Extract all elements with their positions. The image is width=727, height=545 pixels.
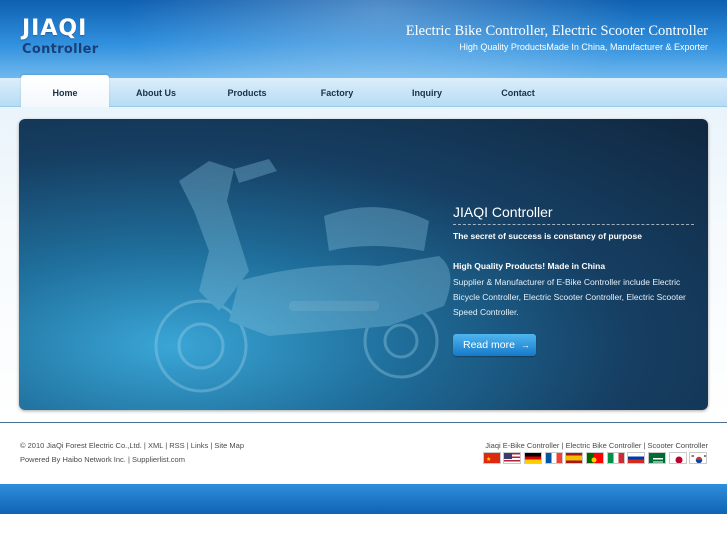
header-title: Electric Bike Controller, Electric Scoot… [405, 23, 708, 39]
footer-keyword-links: Jiaqi E-Bike Controller | Electric Bike … [485, 441, 708, 450]
hero-banner: JIAQI Controller The secret of success i… [19, 119, 708, 410]
nav-about-us[interactable]: About Us [112, 78, 200, 107]
china-flag-icon[interactable]: ★ [483, 452, 501, 464]
footer-bottom-bar [0, 484, 727, 514]
powered-text: Powered By Haibo Network Inc. [20, 455, 126, 464]
italy-flag-icon[interactable] [607, 452, 625, 464]
spain-flag-icon[interactable] [565, 452, 583, 464]
nav-factory[interactable]: Factory [293, 78, 381, 107]
read-more-label: Read more [463, 339, 515, 351]
saudi-arabia-flag-icon[interactable] [648, 452, 666, 464]
footer-link-xml[interactable]: XML [148, 441, 163, 450]
footer-link-links[interactable]: Links [191, 441, 209, 450]
footer-copyright-line: © 2010 JiaQi Forest Electric Co.,Ltd. | … [20, 441, 245, 450]
site-footer: © 2010 JiaQi Forest Electric Co.,Ltd. | … [0, 422, 727, 484]
portugal-flag-icon[interactable] [586, 452, 604, 464]
russia-flag-icon[interactable] [627, 452, 645, 464]
korea-flag-icon[interactable] [689, 452, 707, 464]
germany-flag-icon[interactable] [524, 452, 542, 464]
usa-flag-icon[interactable] [503, 452, 521, 464]
france-flag-icon[interactable] [545, 452, 563, 464]
banner-heading: High Quality Products! Made in China [453, 261, 606, 271]
arrow-right-icon: → [520, 340, 530, 350]
banner-description: Supplier & Manufacturer of E-Bike Contro… [453, 277, 686, 317]
header-subtitle: High Quality ProductsMade In China, Manu… [459, 42, 708, 52]
site-logo[interactable]: JIAQI Controller [22, 16, 99, 60]
site-header: JIAQI Controller Electric Bike Controlle… [0, 0, 727, 78]
nav-contact[interactable]: Contact [474, 78, 562, 107]
footer-link-supplierlist[interactable]: Supplierlist.com [132, 455, 185, 464]
footer-link-sitemap[interactable]: Site Map [214, 441, 244, 450]
banner-tagline: The secret of success is constancy of pu… [453, 231, 642, 241]
banner-title: JIAQI Controller [453, 204, 694, 225]
main-nav: Home About Us Products Factory Inquiry C… [0, 75, 727, 107]
japan-flag-icon[interactable] [669, 452, 687, 464]
footer-link-jiaqi-ebike[interactable]: Jiaqi E-Bike Controller [485, 441, 559, 450]
scooter-image [154, 159, 451, 393]
footer-link-electric-bike[interactable]: Electric Bike Controller [566, 441, 642, 450]
logo-sub-text: Controller [22, 42, 99, 57]
nav-products[interactable]: Products [203, 78, 291, 107]
nav-home[interactable]: Home [21, 75, 109, 107]
copyright-text: © 2010 JiaQi Forest Electric Co.,Ltd. [20, 441, 142, 450]
logo-main-text: JIAQI [22, 16, 88, 41]
footer-link-scooter[interactable]: Scooter Controller [648, 441, 708, 450]
footer-link-rss[interactable]: RSS [169, 441, 184, 450]
nav-inquiry[interactable]: Inquiry [383, 78, 471, 107]
svg-text:★: ★ [486, 456, 491, 463]
read-more-button[interactable]: Read more → [453, 334, 536, 356]
footer-powered-line: Powered By Haibo Network Inc. | Supplier… [20, 455, 185, 464]
